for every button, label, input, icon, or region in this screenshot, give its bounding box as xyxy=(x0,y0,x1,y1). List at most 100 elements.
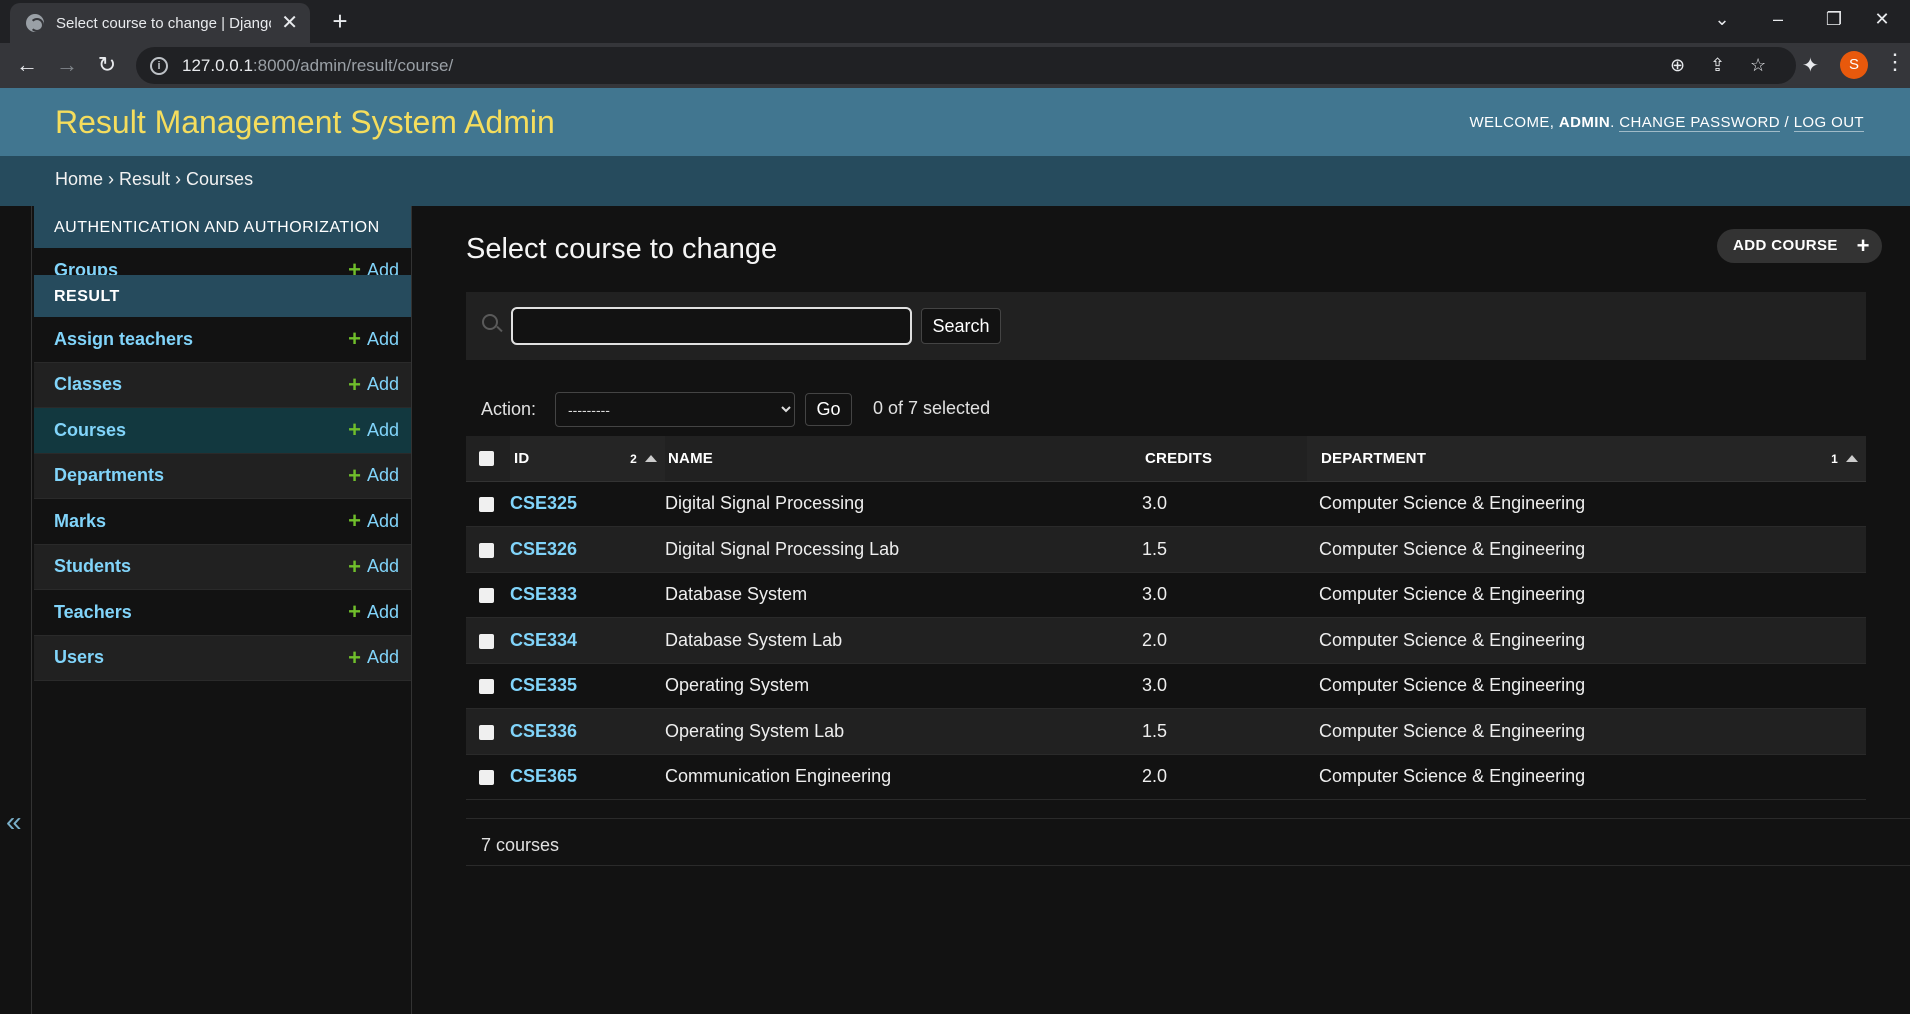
row-select-cell xyxy=(466,526,510,573)
reload-icon[interactable]: ↻ xyxy=(90,49,124,83)
module-caption-result[interactable]: RESULT xyxy=(34,275,411,317)
column-name-label: NAME xyxy=(668,449,713,467)
breadcrumb-current: Courses xyxy=(186,169,254,189)
column-credits-label: CREDITS xyxy=(1145,449,1213,467)
course-id-link[interactable]: CSE336 xyxy=(510,721,577,741)
sidebar-toggle-strip[interactable]: « xyxy=(0,206,32,1014)
plus-icon: + xyxy=(348,553,361,579)
extensions-icon[interactable]: ✦ xyxy=(1802,53,1819,78)
id-cell: CSE333 xyxy=(510,572,665,618)
plus-icon: + xyxy=(348,462,361,488)
column-header-credits[interactable]: CREDITS xyxy=(1142,436,1307,482)
course-id-link[interactable]: CSE325 xyxy=(510,493,577,513)
row-select-cell xyxy=(466,663,510,709)
share-icon[interactable]: ⇪ xyxy=(1710,55,1725,76)
table-header-row: ID 2 NAME CREDITS DEPARTMENT 1 xyxy=(466,436,1866,482)
new-tab-button[interactable]: + xyxy=(324,5,356,37)
sort-priority-department[interactable]: 1 xyxy=(1831,452,1858,466)
back-icon[interactable]: ← xyxy=(10,49,44,83)
row-checkbox[interactable] xyxy=(479,497,494,512)
id-cell: CSE334 xyxy=(510,617,665,664)
credits-cell: 1.5 xyxy=(1142,708,1307,755)
add-label: Add xyxy=(366,510,399,531)
add-course-button[interactable]: ADD COURSE + xyxy=(1717,229,1882,263)
add-classes-link[interactable]: + Add xyxy=(348,371,399,397)
breadcrumb-result[interactable]: Result xyxy=(119,169,170,189)
row-checkbox[interactable] xyxy=(479,633,494,649)
credits-cell: 2.0 xyxy=(1142,617,1307,664)
nav-sidebar: AUTHENTICATION AND AUTHORIZATION Groups … xyxy=(32,206,412,1014)
add-teachers-link[interactable]: + Add xyxy=(348,601,399,623)
browser-menu-icon[interactable]: ⋮ xyxy=(1884,48,1906,76)
search-icon xyxy=(482,314,498,330)
course-id-link[interactable]: CSE365 xyxy=(510,766,577,786)
sidebar-link-students[interactable]: Students xyxy=(54,556,131,577)
site-info-icon[interactable]: i xyxy=(150,56,168,75)
browser-tab[interactable]: Select course to change | Django ✕ xyxy=(10,3,310,43)
change-password-link[interactable]: CHANGE PASSWORD xyxy=(1619,114,1780,132)
row-checkbox[interactable] xyxy=(479,679,494,694)
row-checkbox[interactable] xyxy=(479,724,494,740)
sidebar-link-departments[interactable]: Departments xyxy=(54,465,164,486)
row-checkbox[interactable] xyxy=(479,542,494,558)
sidebar-link-courses[interactable]: Courses xyxy=(54,420,126,441)
sidebar-link-users[interactable]: Users xyxy=(54,647,104,668)
add-courses-link[interactable]: + Add xyxy=(348,419,399,441)
add-marks-link[interactable]: + Add xyxy=(348,510,399,532)
logout-link[interactable]: LOG OUT xyxy=(1793,114,1864,132)
zoom-icon[interactable]: ⊕ xyxy=(1670,55,1685,76)
sidebar-link-classes[interactable]: Classes xyxy=(54,374,122,395)
bookmark-star-icon[interactable]: ☆ xyxy=(1750,55,1766,76)
department-cell: Computer Science & Engineering xyxy=(1307,663,1866,709)
breadcrumb-home[interactable]: Home xyxy=(55,169,103,189)
course-id-link[interactable]: CSE335 xyxy=(510,675,577,695)
sidebar-link-assign-teachers[interactable]: Assign teachers xyxy=(54,329,193,350)
add-label: Add xyxy=(366,465,399,486)
id-cell: CSE325 xyxy=(510,481,665,527)
sort-priority-id[interactable]: 2 xyxy=(630,452,657,466)
plus-icon: + xyxy=(348,599,361,625)
sort-ascending-icon xyxy=(645,455,657,462)
table-row: CSE365 Communication Engineering 2.0 Com… xyxy=(466,754,1866,800)
credits-cell: 2.0 xyxy=(1142,754,1307,800)
row-select-cell xyxy=(466,481,510,527)
column-header-id[interactable]: ID 2 xyxy=(510,436,665,482)
plus-icon: + xyxy=(348,326,361,352)
add-students-link[interactable]: + Add xyxy=(348,553,399,579)
minimize-button[interactable]: – xyxy=(1750,0,1806,40)
module-result: RESULT Assign teachers + Add Classes + Add… xyxy=(34,275,411,681)
go-button[interactable]: Go xyxy=(805,393,852,426)
course-id-link[interactable]: CSE334 xyxy=(510,630,577,650)
profile-avatar[interactable]: S xyxy=(1840,51,1868,79)
action-select[interactable]: --------- xyxy=(555,392,795,427)
plus-icon: + xyxy=(348,371,361,397)
close-tab-icon[interactable]: ✕ xyxy=(281,13,298,33)
select-all-checkbox[interactable] xyxy=(479,451,494,467)
search-button[interactable]: Search xyxy=(921,308,1001,344)
module-caption-auth[interactable]: AUTHENTICATION AND AUTHORIZATION xyxy=(34,206,411,248)
collapse-sidebar-icon[interactable]: « xyxy=(6,806,22,838)
column-header-name[interactable]: NAME xyxy=(665,436,1142,482)
sidebar-link-marks[interactable]: Marks xyxy=(54,511,106,532)
search-input[interactable] xyxy=(511,307,912,345)
table-row: CSE325 Digital Signal Processing 3.0 Com… xyxy=(466,481,1866,527)
username: ADMIN xyxy=(1558,114,1611,131)
page-title: Select course to change xyxy=(466,233,778,265)
row-checkbox[interactable] xyxy=(479,588,494,603)
add-users-link[interactable]: + Add xyxy=(348,646,399,669)
tab-search-icon[interactable]: ⌄ xyxy=(1694,0,1750,40)
add-assign-teachers-link[interactable]: + Add xyxy=(348,328,399,350)
sidebar-item-students: Students + Add xyxy=(34,544,411,590)
sidebar-item-marks: Marks + Add xyxy=(34,499,411,545)
close-window-button[interactable]: ✕ xyxy=(1854,0,1910,40)
course-id-link[interactable]: CSE333 xyxy=(510,584,577,604)
row-checkbox[interactable] xyxy=(479,770,494,785)
course-id-link[interactable]: CSE326 xyxy=(510,539,577,559)
forward-icon[interactable]: → xyxy=(50,49,84,83)
site-branding[interactable]: Result Management System Admin xyxy=(55,104,555,141)
actions-bar: Action: --------- Go 0 of 7 selected xyxy=(466,388,1866,428)
address-bar[interactable]: i 127.0.0.1:8000/admin/result/course/ ⊕ … xyxy=(136,47,1796,84)
column-header-department[interactable]: DEPARTMENT 1 xyxy=(1307,436,1866,482)
sidebar-link-teachers[interactable]: Teachers xyxy=(54,602,132,623)
add-departments-link[interactable]: + Add xyxy=(348,462,399,488)
